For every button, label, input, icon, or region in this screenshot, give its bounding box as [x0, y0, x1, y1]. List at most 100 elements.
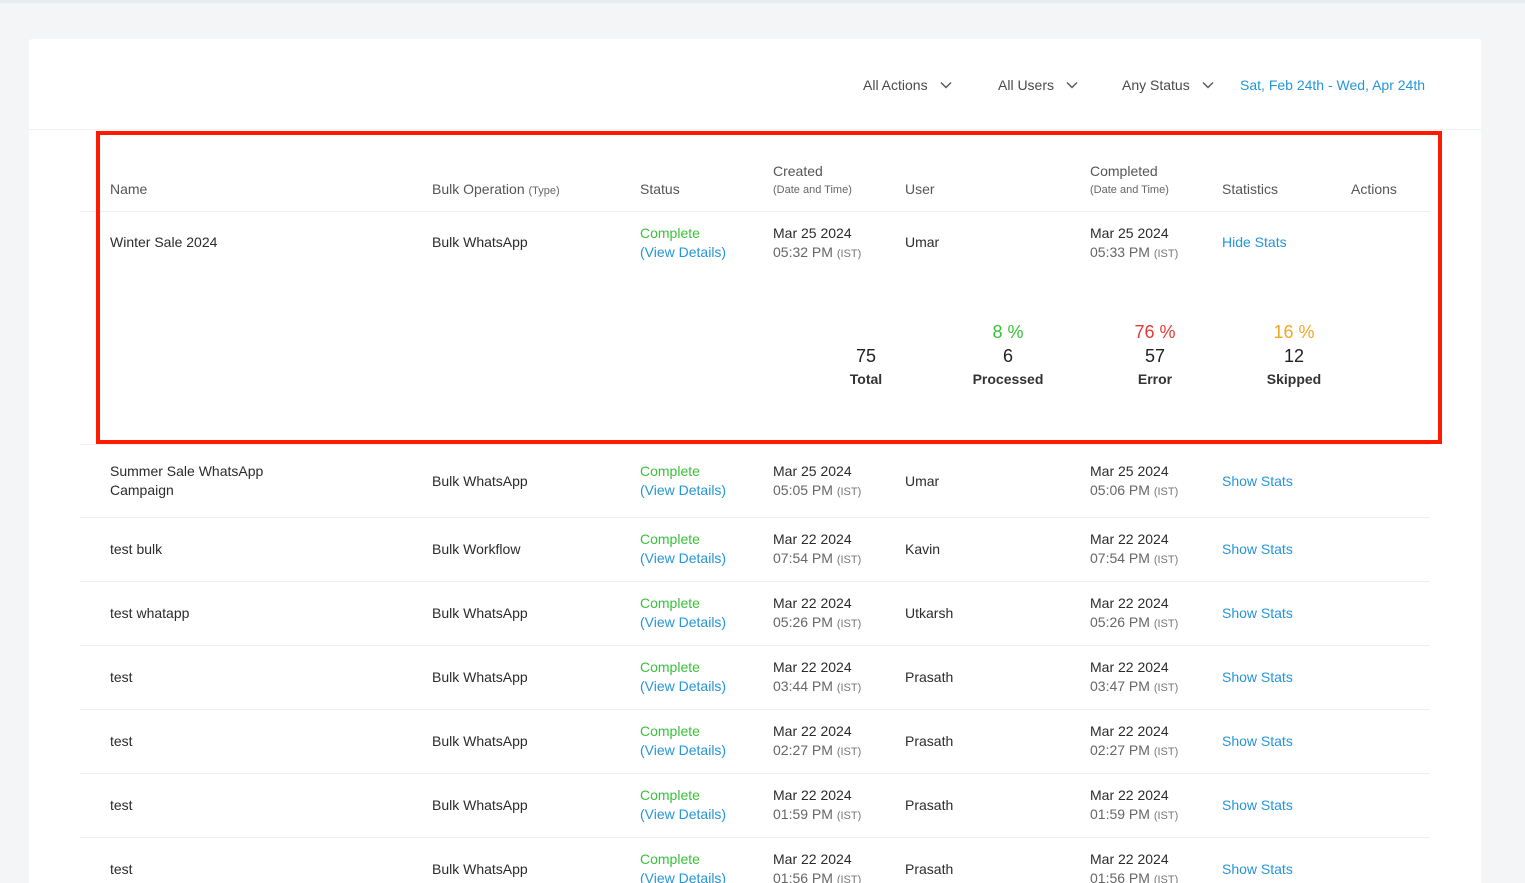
status-text: Complete: [640, 723, 700, 739]
header-statistics: Statistics: [1222, 181, 1279, 197]
timezone: (IST): [836, 874, 862, 883]
header-name: Name: [110, 181, 148, 197]
row-user: Prasath: [905, 733, 954, 749]
row-created: Mar 22 2024 03:44 PM (IST): [773, 658, 861, 698]
status-filter-dropdown[interactable]: Any Status: [1122, 77, 1214, 93]
completed-time: 05:33 PM: [1090, 244, 1150, 260]
created-date: Mar 22 2024: [773, 531, 852, 547]
row-completed: Mar 22 2024 07:54 PM (IST): [1090, 530, 1178, 570]
header-actions: Actions: [1351, 181, 1397, 197]
row-created: Mar 22 2024 02:27 PM (IST): [773, 722, 861, 762]
stat-skipped: 16 % 12 Skipped: [1224, 320, 1364, 390]
timezone: (IST): [1153, 554, 1179, 566]
completed-time: 05:06 PM: [1090, 482, 1150, 498]
row-completed: Mar 25 2024 05:06 PM (IST): [1090, 462, 1178, 502]
timezone: (IST): [1153, 682, 1179, 694]
show-stats-link[interactable]: Show Stats: [1222, 732, 1293, 751]
row-completed: Mar 25 2024 05:33 PM (IST): [1090, 224, 1178, 264]
view-details-link[interactable]: (View Details): [640, 869, 726, 883]
created-date: Mar 22 2024: [773, 595, 852, 611]
row-user: Umar: [905, 473, 940, 489]
show-stats-link[interactable]: Show Stats: [1222, 472, 1293, 491]
row-type: Bulk WhatsApp: [432, 733, 528, 749]
row-type: Bulk Workflow: [432, 541, 521, 557]
header-created-label: Created: [773, 163, 823, 179]
filter-bar: All Actions All Users Any Status Sat, Fe…: [29, 39, 1481, 130]
stat-processed: 8 % 6 Processed: [938, 320, 1078, 390]
view-details-link[interactable]: (View Details): [640, 613, 726, 632]
table-row: test Bulk WhatsApp Complete (View Detail…: [80, 710, 1430, 774]
show-stats-link[interactable]: Show Stats: [1222, 604, 1293, 623]
view-details-link[interactable]: (View Details): [640, 805, 726, 824]
table-row: test Bulk WhatsApp Complete (View Detail…: [80, 838, 1430, 883]
completed-date: Mar 22 2024: [1090, 531, 1169, 547]
table-row: test Bulk WhatsApp Complete (View Detail…: [80, 774, 1430, 838]
stat-error-label: Error: [1137, 371, 1173, 387]
bulk-operations-card: All Actions All Users Any Status Sat, Fe…: [29, 39, 1481, 883]
created-date: Mar 22 2024: [773, 787, 852, 803]
date-range-picker[interactable]: Sat, Feb 24th - Wed, Apr 24th: [1240, 77, 1425, 93]
stat-skipped-pct: 16 %: [1273, 322, 1315, 342]
stat-error: 76 % 57 Error: [1085, 320, 1225, 390]
row-created: Mar 25 2024 05:05 PM (IST): [773, 462, 861, 502]
header-created-sub: (Date and Time): [773, 184, 852, 196]
created-time: 03:44 PM: [773, 678, 833, 694]
show-stats-link[interactable]: Show Stats: [1222, 668, 1293, 687]
completed-date: Mar 22 2024: [1090, 723, 1169, 739]
status-text: Complete: [640, 787, 700, 803]
row-user: Utkarsh: [905, 605, 954, 621]
stat-total-value: 75: [855, 346, 877, 366]
row-created: Mar 22 2024 07:54 PM (IST): [773, 530, 861, 570]
table-header: Name Bulk Operation (Type) Status Create…: [80, 130, 1430, 212]
timezone: (IST): [836, 810, 862, 822]
row-status: Complete (View Details): [640, 658, 726, 696]
show-stats-link[interactable]: Show Stats: [1222, 796, 1293, 815]
stat-processed-label: Processed: [972, 371, 1044, 387]
completed-time: 03:47 PM: [1090, 678, 1150, 694]
created-date: Mar 22 2024: [773, 723, 852, 739]
created-time: 05:32 PM: [773, 244, 833, 260]
stat-total: 75 Total: [796, 320, 936, 390]
row-completed: Mar 22 2024 02:27 PM (IST): [1090, 722, 1178, 762]
stat-processed-pct: 8 %: [992, 322, 1024, 342]
timezone: (IST): [1153, 248, 1179, 260]
view-details-link[interactable]: (View Details): [640, 243, 726, 262]
actions-filter-dropdown[interactable]: All Actions: [863, 77, 952, 93]
show-stats-link[interactable]: Show Stats: [1222, 540, 1293, 559]
header-completed-label: Completed: [1090, 163, 1158, 179]
completed-time: 01:59 PM: [1090, 806, 1150, 822]
row-status: Complete (View Details): [640, 786, 726, 824]
stat-error-value: 57: [1144, 346, 1166, 366]
stat-skipped-value: 12: [1283, 346, 1305, 366]
chevron-down-icon: [1066, 82, 1078, 89]
timezone: (IST): [1153, 810, 1179, 822]
row-completed: Mar 22 2024 01:59 PM (IST): [1090, 786, 1178, 826]
view-details-link[interactable]: (View Details): [640, 741, 726, 760]
row-status: Complete (View Details): [640, 850, 726, 883]
row-name: test: [110, 669, 133, 685]
stat-processed-value: 6: [1002, 346, 1013, 366]
top-border: [0, 0, 1525, 3]
status-text: Complete: [640, 225, 700, 241]
timezone: (IST): [1153, 746, 1179, 758]
chevron-down-icon: [1202, 82, 1214, 89]
view-details-link[interactable]: (View Details): [640, 481, 726, 500]
created-time: 01:59 PM: [773, 806, 833, 822]
row-created: Mar 22 2024 01:56 PM (IST): [773, 850, 861, 883]
completed-date: Mar 22 2024: [1090, 787, 1169, 803]
view-details-link[interactable]: (View Details): [640, 677, 726, 696]
stat-total-label: Total: [849, 371, 883, 387]
created-time: 05:26 PM: [773, 614, 833, 630]
users-filter-dropdown[interactable]: All Users: [998, 77, 1078, 93]
view-details-link[interactable]: (View Details): [640, 549, 726, 568]
created-date: Mar 22 2024: [773, 851, 852, 867]
timezone: (IST): [1153, 874, 1179, 883]
hide-stats-link[interactable]: Hide Stats: [1222, 233, 1287, 252]
status-text: Complete: [640, 463, 700, 479]
row-type: Bulk WhatsApp: [432, 605, 528, 621]
show-stats-link[interactable]: Show Stats: [1222, 860, 1293, 879]
row-user: Umar: [905, 234, 940, 250]
row-name: test: [110, 733, 133, 749]
status-text: Complete: [640, 851, 700, 867]
row-user: Kavin: [905, 541, 941, 557]
